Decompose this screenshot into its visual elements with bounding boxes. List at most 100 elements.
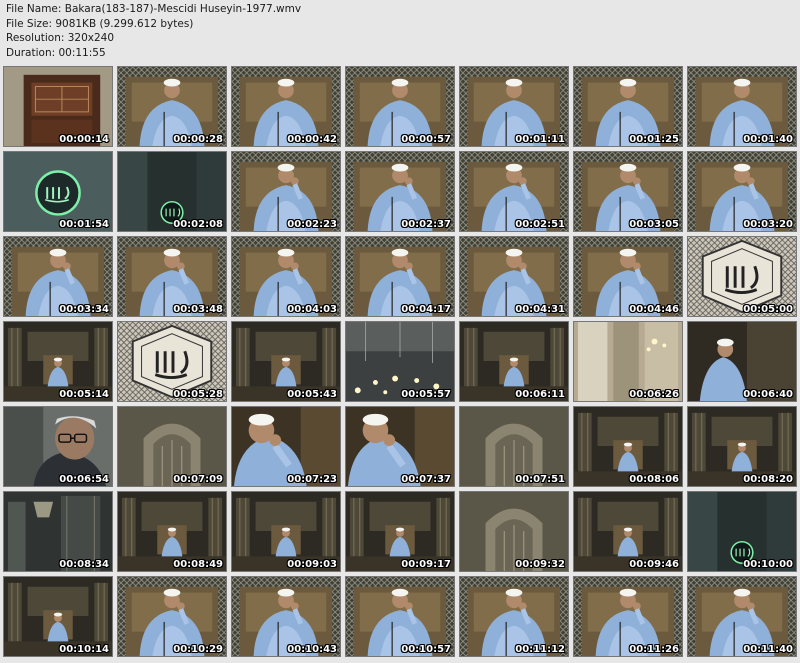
- timestamp-label: 00:03:34: [59, 304, 109, 315]
- timestamp-label: 00:08:49: [173, 559, 223, 570]
- timestamp-label: 00:02:51: [515, 219, 565, 230]
- video-thumbnail[interactable]: 00:02:08: [117, 151, 227, 232]
- video-thumbnail[interactable]: 00:09:17: [345, 491, 455, 572]
- video-thumbnail[interactable]: 00:07:51: [459, 406, 569, 487]
- video-thumbnail[interactable]: 00:04:03: [231, 236, 341, 317]
- timestamp-label: 00:08:34: [59, 559, 109, 570]
- timestamp-label: 00:00:28: [173, 134, 223, 145]
- video-thumbnail[interactable]: 00:03:34: [3, 236, 113, 317]
- video-thumbnail[interactable]: 00:00:28: [117, 66, 227, 147]
- video-thumbnail[interactable]: 00:09:03: [231, 491, 341, 572]
- timestamp-label: 00:00:42: [287, 134, 337, 145]
- video-thumbnail[interactable]: 00:02:51: [459, 151, 569, 232]
- timestamp-label: 00:10:14: [59, 644, 109, 655]
- video-thumbnail[interactable]: 00:07:09: [117, 406, 227, 487]
- video-thumbnail[interactable]: 00:02:37: [345, 151, 455, 232]
- video-thumbnail[interactable]: 00:02:23: [231, 151, 341, 232]
- video-thumbnail[interactable]: 00:05:43: [231, 321, 341, 402]
- timestamp-label: 00:06:40: [743, 389, 793, 400]
- video-thumbnail[interactable]: 00:06:26: [573, 321, 683, 402]
- video-thumbnail[interactable]: 00:06:11: [459, 321, 569, 402]
- timestamp-label: 00:09:32: [515, 559, 565, 570]
- video-thumbnail[interactable]: 00:11:26: [573, 576, 683, 657]
- video-thumbnail[interactable]: 00:05:00: [687, 236, 797, 317]
- timestamp-label: 00:04:03: [287, 304, 337, 315]
- timestamp-label: 00:03:48: [173, 304, 223, 315]
- timestamp-label: 00:02:08: [173, 219, 223, 230]
- video-thumbnail[interactable]: 00:04:46: [573, 236, 683, 317]
- video-thumbnail[interactable]: 00:08:34: [3, 491, 113, 572]
- timestamp-label: 00:02:23: [287, 219, 337, 230]
- timestamp-label: 00:10:29: [173, 644, 223, 655]
- video-thumbnail[interactable]: 00:01:25: [573, 66, 683, 147]
- timestamp-label: 00:06:54: [59, 474, 109, 485]
- timestamp-label: 00:06:26: [629, 389, 679, 400]
- video-thumbnail[interactable]: 00:05:57: [345, 321, 455, 402]
- timestamp-label: 00:03:20: [743, 219, 793, 230]
- video-thumbnail[interactable]: 00:11:12: [459, 576, 569, 657]
- video-thumbnail[interactable]: 00:01:54: [3, 151, 113, 232]
- video-thumbnail[interactable]: 00:06:40: [687, 321, 797, 402]
- video-thumbnail[interactable]: 00:08:06: [573, 406, 683, 487]
- video-thumbnail[interactable]: 00:10:14: [3, 576, 113, 657]
- video-thumbnail[interactable]: 00:01:40: [687, 66, 797, 147]
- timestamp-label: 00:02:37: [401, 219, 451, 230]
- video-thumbnail[interactable]: 00:07:23: [231, 406, 341, 487]
- timestamp-label: 00:10:43: [287, 644, 337, 655]
- timestamp-label: 00:00:14: [59, 134, 109, 145]
- timestamp-label: 00:05:28: [173, 389, 223, 400]
- timestamp-label: 00:05:14: [59, 389, 109, 400]
- video-thumbnail[interactable]: 00:10:29: [117, 576, 227, 657]
- timestamp-label: 00:04:46: [629, 304, 679, 315]
- video-thumbnail[interactable]: 00:05:28: [117, 321, 227, 402]
- timestamp-label: 00:01:40: [743, 134, 793, 145]
- video-thumbnail[interactable]: 00:03:48: [117, 236, 227, 317]
- video-thumbnail[interactable]: 00:10:43: [231, 576, 341, 657]
- timestamp-label: 00:08:06: [629, 474, 679, 485]
- timestamp-label: 00:10:00: [743, 559, 793, 570]
- video-thumbnail[interactable]: 00:06:54: [3, 406, 113, 487]
- timestamp-label: 00:04:31: [515, 304, 565, 315]
- timestamp-label: 00:03:05: [629, 219, 679, 230]
- video-thumbnail[interactable]: 00:08:20: [687, 406, 797, 487]
- timestamp-label: 00:09:03: [287, 559, 337, 570]
- timestamp-label: 00:05:57: [401, 389, 451, 400]
- timestamp-label: 00:01:54: [59, 219, 109, 230]
- file-name-text: File Name: Bakara(183-187)-Mescidi Husey…: [6, 3, 302, 15]
- video-thumbnail[interactable]: 00:09:46: [573, 491, 683, 572]
- video-thumbnail[interactable]: 00:01:11: [459, 66, 569, 147]
- timestamp-label: 00:07:51: [515, 474, 565, 485]
- video-thumbnail[interactable]: 00:09:32: [459, 491, 569, 572]
- timestamp-label: 00:08:20: [743, 474, 793, 485]
- timestamp-label: 00:09:46: [629, 559, 679, 570]
- video-thumbnail[interactable]: 00:03:20: [687, 151, 797, 232]
- video-thumbnail[interactable]: 00:08:49: [117, 491, 227, 572]
- timestamp-label: 00:01:25: [629, 134, 679, 145]
- timestamp-label: 00:11:26: [629, 644, 679, 655]
- timestamp-label: 00:10:57: [401, 644, 451, 655]
- file-size-text: File Size: 9081KB (9.299.612 bytes): [6, 17, 194, 30]
- video-thumbnail[interactable]: 00:00:14: [3, 66, 113, 147]
- timestamp-label: 00:06:11: [515, 389, 565, 400]
- video-thumbnail[interactable]: 00:05:14: [3, 321, 113, 402]
- file-info-header: File Name: Bakara(183-187)-Mescidi Husey…: [6, 2, 426, 60]
- video-thumbnail[interactable]: 00:07:37: [345, 406, 455, 487]
- thumbnail-grid: 00:00:14 00:00:28 00:00:42 00:00:57 00:0…: [3, 66, 797, 661]
- timestamp-label: 00:05:43: [287, 389, 337, 400]
- video-thumbnail[interactable]: 00:11:40: [687, 576, 797, 657]
- video-thumbnail[interactable]: 00:03:05: [573, 151, 683, 232]
- video-thumbnail[interactable]: 00:00:42: [231, 66, 341, 147]
- video-thumbnail[interactable]: 00:04:17: [345, 236, 455, 317]
- video-thumbnail[interactable]: 00:04:31: [459, 236, 569, 317]
- timestamp-label: 00:05:00: [743, 304, 793, 315]
- video-thumbnail[interactable]: 00:10:57: [345, 576, 455, 657]
- resolution-text: Resolution: 320x240: [6, 32, 115, 45]
- timestamp-label: 00:00:57: [401, 134, 451, 145]
- timestamp-label: 00:11:40: [743, 644, 793, 655]
- video-thumbnail[interactable]: 00:10:00: [687, 491, 797, 572]
- timestamp-label: 00:09:17: [401, 559, 451, 570]
- timestamp-label: 00:04:17: [401, 304, 451, 315]
- video-thumbnail[interactable]: 00:00:57: [345, 66, 455, 147]
- timestamp-label: 00:11:12: [515, 644, 565, 655]
- duration-text: Duration: 00:11:55: [6, 46, 106, 59]
